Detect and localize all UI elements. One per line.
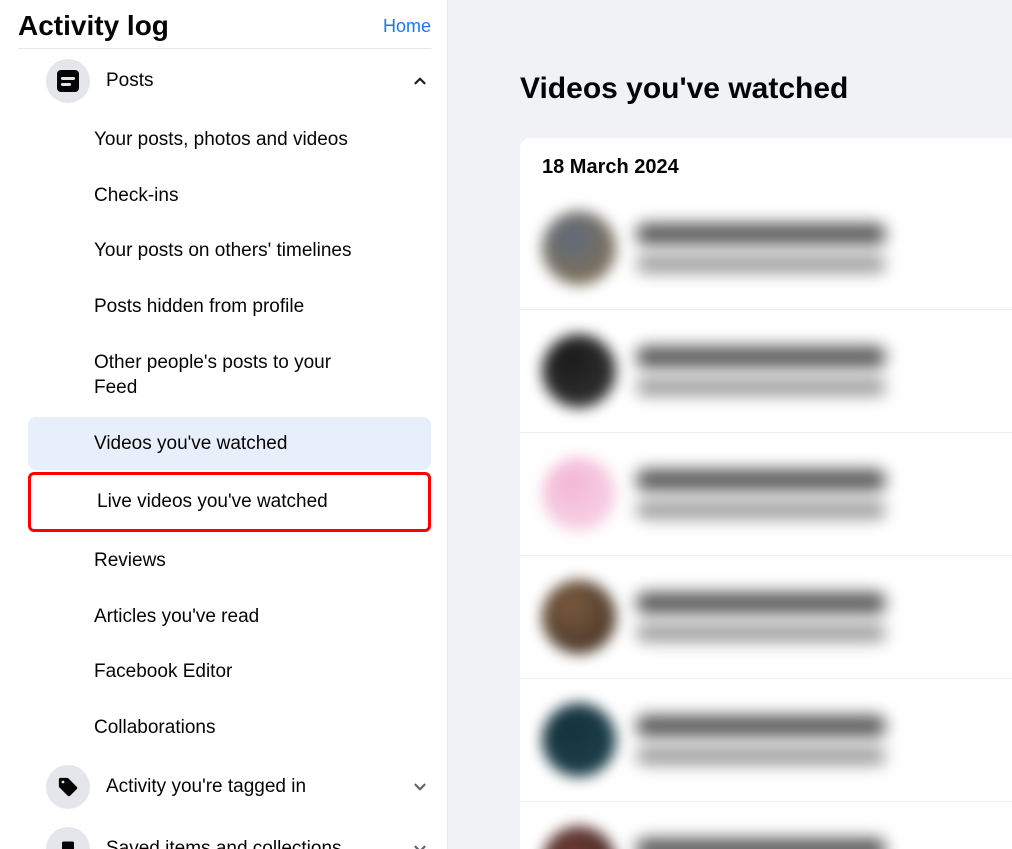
avatar — [542, 580, 616, 654]
chevron-up-icon — [409, 70, 431, 92]
list-item[interactable] — [520, 679, 1012, 802]
sidebar-item-checkins[interactable]: Check-ins — [28, 169, 431, 223]
list-item[interactable] — [520, 802, 1012, 849]
sidebar: Activity log Home Posts Your posts, phot… — [0, 0, 448, 849]
avatar — [542, 703, 616, 777]
list-item[interactable] — [520, 310, 1012, 433]
entry-text — [636, 223, 972, 273]
sidebar-item-collaborations[interactable]: Collaborations — [28, 701, 431, 755]
tag-icon — [46, 765, 90, 809]
sidebar-item-posts-hidden[interactable]: Posts hidden from profile — [28, 280, 431, 334]
avatar — [542, 211, 616, 285]
watched-card: 18 March 2024 — [520, 138, 1012, 849]
entry-text — [636, 838, 972, 849]
section-saved[interactable]: Saved items and collections — [18, 819, 431, 849]
section-posts[interactable]: Posts — [18, 51, 431, 111]
posts-sub-items: Your posts, photos and videos Check-ins … — [18, 113, 431, 755]
sidebar-item-facebook-editor[interactable]: Facebook Editor — [28, 645, 431, 699]
sidebar-item-articles-read[interactable]: Articles you've read — [28, 590, 431, 644]
home-link[interactable]: Home — [383, 16, 431, 37]
avatar — [542, 334, 616, 408]
posts-icon — [46, 59, 90, 103]
sidebar-item-reviews[interactable]: Reviews — [28, 534, 431, 588]
list-item[interactable] — [520, 433, 1012, 556]
sidebar-item-your-posts[interactable]: Your posts, photos and videos — [28, 113, 431, 167]
list-item[interactable] — [520, 556, 1012, 679]
main-panel: Videos you've watched 18 March 2024 — [448, 0, 1012, 849]
entry-text — [636, 592, 972, 642]
main-title: Videos you've watched — [520, 72, 1012, 106]
avatar — [542, 457, 616, 531]
bookmark-icon — [46, 827, 90, 849]
entry-text — [636, 346, 972, 396]
page-title: Activity log — [18, 10, 169, 42]
chevron-down-icon — [409, 776, 431, 798]
sidebar-item-videos-watched[interactable]: Videos you've watched — [28, 417, 431, 471]
section-label: Posts — [106, 70, 393, 92]
avatar — [542, 826, 616, 849]
sidebar-item-others-posts-feed[interactable]: Other people's posts to your Feed — [28, 336, 431, 415]
date-header: 18 March 2024 — [520, 156, 1012, 187]
entry-text — [636, 715, 972, 765]
sidebar-item-live-videos-watched[interactable]: Live videos you've watched — [28, 472, 431, 532]
entries-list — [520, 187, 1012, 849]
section-tagged[interactable]: Activity you're tagged in — [18, 757, 431, 817]
sidebar-header: Activity log Home — [18, 10, 431, 49]
section-label: Activity you're tagged in — [106, 776, 393, 798]
section-label: Saved items and collections — [106, 838, 393, 849]
chevron-down-icon — [409, 838, 431, 849]
list-item[interactable] — [520, 187, 1012, 310]
sidebar-item-posts-others-timelines[interactable]: Your posts on others' timelines — [28, 224, 431, 278]
entry-text — [636, 469, 972, 519]
